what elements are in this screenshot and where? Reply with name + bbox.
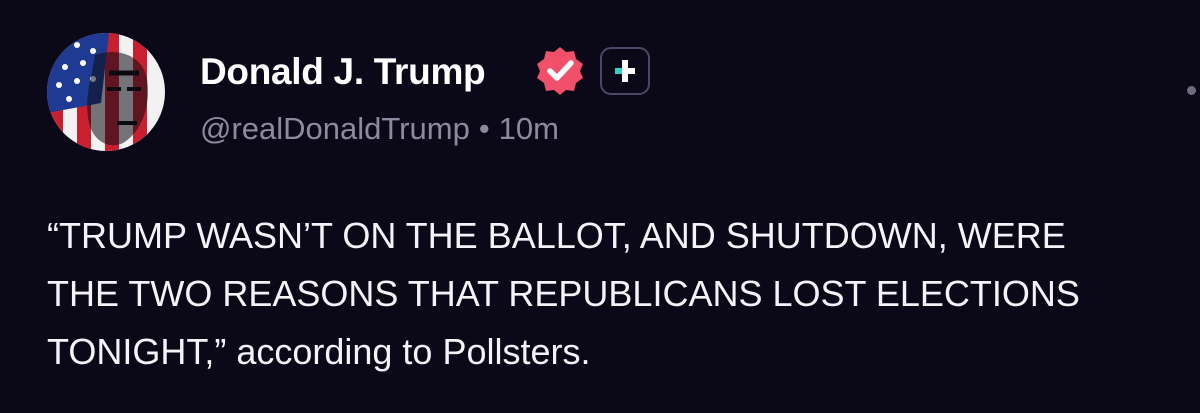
post-meta: @realDonaldTrump • 10m [200, 110, 559, 148]
avatar-image [47, 33, 165, 151]
post-card: Donald J. Trump @realDonaldTrump • 10m “TR… [0, 0, 1200, 413]
post-text-line: “TRUMP WASN’T ON THE BALLOT, AND SHUTDOW… [47, 215, 1066, 256]
author-name[interactable]: Donald J. Trump [200, 50, 486, 94]
post-body: “TRUMP WASN’T ON THE BALLOT, AND SHUTDOW… [47, 207, 1200, 387]
more-options-dot [1187, 86, 1196, 95]
plus-icon [615, 60, 635, 82]
author-handle[interactable]: @realDonaldTrump [200, 111, 470, 146]
post-timestamp[interactable]: 10m [499, 111, 559, 146]
meta-separator: • [478, 111, 490, 146]
verified-badge-icon [533, 44, 587, 98]
follow-button[interactable] [600, 47, 650, 95]
avatar[interactable] [47, 33, 165, 151]
post-text-line: THE TWO REASONS THAT REPUBLICANS LOST EL… [47, 273, 1080, 314]
post-text-line: TONIGHT,” according to Pollsters. [47, 331, 591, 372]
more-options-icon[interactable] [1182, 82, 1200, 100]
